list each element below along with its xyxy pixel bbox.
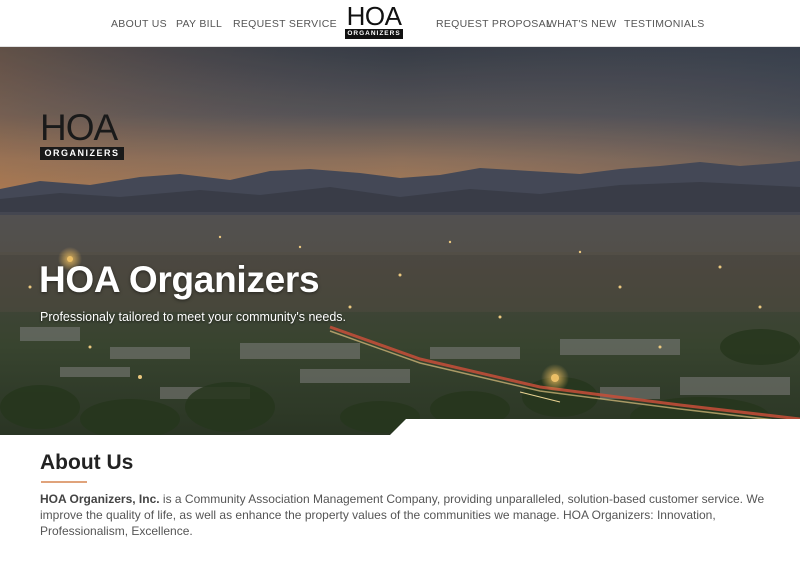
about-heading-underline bbox=[41, 481, 87, 483]
about-heading: About Us bbox=[40, 451, 134, 474]
hero-subtitle: Professionaly tailored to meet your comm… bbox=[40, 310, 346, 324]
about-paragraph: HOA Organizers, Inc. is a Community Asso… bbox=[40, 491, 765, 539]
nav-logo-text-bottom: ORGANIZERS bbox=[345, 29, 403, 39]
hero-city-image bbox=[0, 47, 800, 435]
nav-logo-text-top: HOA bbox=[346, 1, 402, 31]
about-company-name: HOA Organizers, Inc. bbox=[40, 492, 160, 506]
hero-logo-text-top: HOA bbox=[40, 107, 118, 148]
top-navbar: ABOUT US PAY BILL REQUEST SERVICE HOA OR… bbox=[0, 0, 800, 47]
nav-testimonials[interactable]: TESTIMONIALS bbox=[624, 18, 705, 30]
nav-whats-new[interactable]: WHAT'S NEW bbox=[547, 18, 617, 30]
nav-request-service[interactable]: REQUEST SERVICE bbox=[233, 18, 337, 30]
hero-title: HOA Organizers bbox=[39, 259, 320, 300]
nav-request-proposal[interactable]: REQUEST PROPOSAL bbox=[436, 18, 552, 30]
nav-logo[interactable]: HOA ORGANIZERS bbox=[343, 1, 405, 42]
nav-about-us[interactable]: ABOUT US bbox=[111, 18, 167, 30]
hero-section: HOA ORGANIZERS HOA Organizers Profession… bbox=[0, 47, 800, 435]
hero-logo: HOA ORGANIZERS bbox=[40, 107, 124, 160]
hero-logo-text-bottom: ORGANIZERS bbox=[40, 147, 124, 160]
nav-pay-bill[interactable]: PAY BILL bbox=[176, 18, 222, 30]
